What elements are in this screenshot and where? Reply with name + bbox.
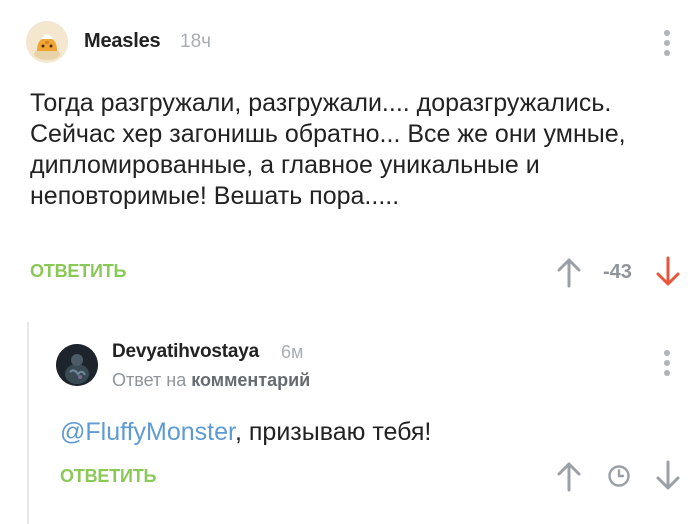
- downvote-arrow-icon[interactable]: [653, 256, 683, 288]
- reply-to-link[interactable]: комментарий: [191, 370, 310, 390]
- comment-time: 6м: [281, 342, 304, 362]
- upvote-arrow-icon[interactable]: [554, 460, 584, 492]
- avatar-bun-icon: [26, 21, 68, 63]
- dot: [664, 350, 670, 356]
- more-options-icon[interactable]: [662, 350, 672, 378]
- avatar[interactable]: [26, 21, 68, 63]
- dot: [664, 40, 670, 46]
- dot: [664, 50, 670, 56]
- thread-line: [27, 322, 29, 524]
- clock-icon[interactable]: [607, 464, 631, 488]
- reply-to-prefix: Ответ на: [112, 370, 187, 390]
- comment-author[interactable]: Measles: [84, 30, 161, 53]
- comment-author[interactable]: Devyatihvostaya: [112, 341, 259, 363]
- user-mention-link[interactable]: @FluffyMonster: [60, 418, 235, 446]
- avatar-photo-icon: [56, 344, 98, 386]
- comment-rating: -43: [603, 261, 632, 283]
- reply-button[interactable]: ОТВЕТИТЬ: [30, 261, 126, 282]
- avatar[interactable]: [56, 344, 98, 386]
- dot: [664, 370, 670, 376]
- dot: [664, 30, 670, 36]
- more-options-icon[interactable]: [662, 30, 672, 58]
- dot: [664, 360, 670, 366]
- comment-text: @FluffyMonster, призываю тебя!: [60, 417, 431, 448]
- upvote-arrow-icon[interactable]: [554, 256, 584, 288]
- reply-button[interactable]: ОТВЕТИТЬ: [60, 466, 156, 487]
- reply-to-info: Ответ на комментарий: [112, 370, 310, 391]
- comment-time: 18ч: [180, 31, 212, 52]
- downvote-arrow-icon[interactable]: [653, 460, 683, 492]
- comment-text: Тогда разгружали, разгружали.... доразгр…: [30, 89, 626, 210]
- comment-text-rest: , призываю тебя!: [234, 418, 432, 446]
